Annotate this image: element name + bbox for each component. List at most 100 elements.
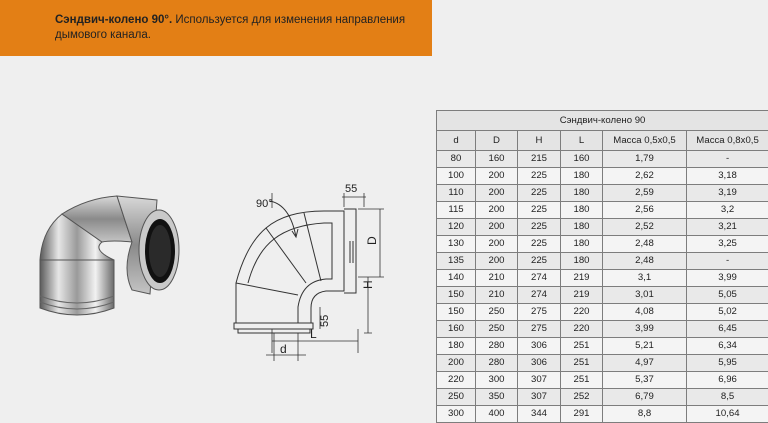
table-cell: 80 [437, 151, 476, 168]
table-cell: 110 [437, 185, 476, 202]
table-cell: 225 [518, 236, 561, 253]
table-cell: 180 [561, 253, 603, 270]
table-row: 1102002251802,593,19 [437, 185, 768, 202]
table-cell: 1,79 [603, 151, 687, 168]
table-cell: 306 [518, 338, 561, 355]
table-cell: 3,2 [687, 202, 768, 219]
table-cell: 210 [476, 270, 518, 287]
table-cell: 275 [518, 304, 561, 321]
header-text: Сэндвич-колено 90°. Используется для изм… [55, 13, 415, 43]
table-cell: 200 [476, 253, 518, 270]
table-cell: 275 [518, 321, 561, 338]
column-header: L [561, 131, 603, 151]
table-row: 1402102742193,13,99 [437, 270, 768, 287]
table-cell: 160 [437, 321, 476, 338]
table-cell: 5,05 [687, 287, 768, 304]
table-cell: 150 [437, 304, 476, 321]
product-title: Сэндвич-колено 90°. [55, 14, 172, 26]
table-cell: 130 [437, 236, 476, 253]
table-cell: 160 [476, 151, 518, 168]
drawing-label-D: D [365, 236, 379, 245]
header-banner: Сэндвич-колено 90°. Используется для изм… [0, 0, 432, 56]
drawing-label-L: L [310, 327, 317, 341]
table-cell: 200 [437, 355, 476, 372]
table-cell: 115 [437, 202, 476, 219]
technical-drawing: 90° 55 D H 55 L d [226, 183, 391, 363]
table-cell: 200 [476, 236, 518, 253]
table-cell: 10,64 [687, 406, 768, 423]
table-cell: 2,62 [603, 168, 687, 185]
drawing-label-d: d [280, 342, 287, 356]
table-cell: 180 [561, 168, 603, 185]
drawing-label-H: H [361, 280, 375, 289]
table-cell: 3,1 [603, 270, 687, 287]
table-cell: 150 [437, 287, 476, 304]
table-cell: 220 [561, 321, 603, 338]
product-photo [32, 190, 182, 325]
table-title-row: Сэндвич-колено 90 [437, 111, 768, 131]
column-header: Масса 0,5х0,5 [603, 131, 687, 151]
table-cell: 3,19 [687, 185, 768, 202]
table-cell: 219 [561, 270, 603, 287]
table-cell: 180 [561, 219, 603, 236]
table-cell: 6,45 [687, 321, 768, 338]
table-row: 1002002251802,623,18 [437, 168, 768, 185]
table-row: 1602502752203,996,45 [437, 321, 768, 338]
table-cell: 3,18 [687, 168, 768, 185]
table-cell: 2,56 [603, 202, 687, 219]
table-row: 1502502752204,085,02 [437, 304, 768, 321]
table-cell: 5,95 [687, 355, 768, 372]
table-cell: 3,99 [687, 270, 768, 287]
table-cell: 180 [561, 202, 603, 219]
table-cell: 5,21 [603, 338, 687, 355]
table-row: 1352002251802,48- [437, 253, 768, 270]
table-cell: 344 [518, 406, 561, 423]
table-cell: 120 [437, 219, 476, 236]
table-cell: 3,01 [603, 287, 687, 304]
table-cell: 200 [476, 185, 518, 202]
table-cell: 250 [476, 321, 518, 338]
drawing-dim-bottom: 55 [319, 315, 331, 327]
table-cell: 200 [476, 202, 518, 219]
table-row: 1502102742193,015,05 [437, 287, 768, 304]
table-cell: 210 [476, 287, 518, 304]
table-cell: 220 [437, 372, 476, 389]
table-cell: 3,25 [687, 236, 768, 253]
table-cell: 274 [518, 287, 561, 304]
table-row: 1802803062515,216,34 [437, 338, 768, 355]
table-cell: 300 [437, 406, 476, 423]
table-cell: 140 [437, 270, 476, 287]
table-cell: 274 [518, 270, 561, 287]
table-cell: 6,96 [687, 372, 768, 389]
table-cell: 8,5 [687, 389, 768, 406]
table-cell: 307 [518, 389, 561, 406]
table-cell: 5,37 [603, 372, 687, 389]
table-cell: 225 [518, 202, 561, 219]
table-row: 1302002251802,483,25 [437, 236, 768, 253]
table-cell: 200 [476, 168, 518, 185]
column-header: H [518, 131, 561, 151]
table-header-row: d D H L Масса 0,5х0,5 Масса 0,8х0,5 [437, 131, 768, 151]
table-cell: 4,97 [603, 355, 687, 372]
table-row: 1152002251802,563,2 [437, 202, 768, 219]
table-cell: - [687, 253, 768, 270]
table-cell: 2,59 [603, 185, 687, 202]
drawing-angle-label: 90° [256, 198, 273, 210]
table-cell: 4,08 [603, 304, 687, 321]
table-row: 1202002251802,523,21 [437, 219, 768, 236]
table-cell: 200 [476, 219, 518, 236]
table-cell: 252 [561, 389, 603, 406]
table-cell: 280 [476, 338, 518, 355]
table-cell: 180 [437, 338, 476, 355]
column-header: d [437, 131, 476, 151]
column-header: D [476, 131, 518, 151]
table-cell: 250 [437, 389, 476, 406]
table-row: 3004003442918,810,64 [437, 406, 768, 423]
table-cell: 6,34 [687, 338, 768, 355]
table-cell: 180 [561, 185, 603, 202]
table-cell: 6,79 [603, 389, 687, 406]
table-title: Сэндвич-колено 90 [437, 111, 768, 131]
table-cell: 350 [476, 389, 518, 406]
table-cell: 307 [518, 372, 561, 389]
table-cell: 2,48 [603, 236, 687, 253]
